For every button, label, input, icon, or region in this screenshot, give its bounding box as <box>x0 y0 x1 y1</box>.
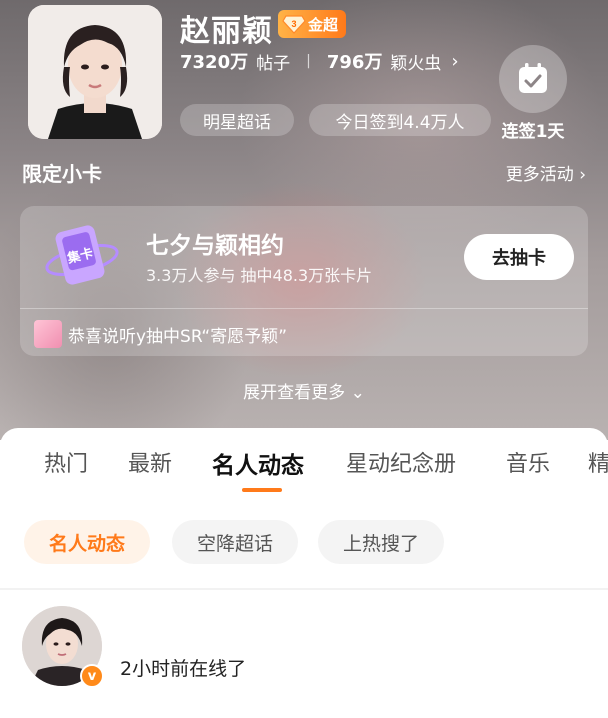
expand-label: 展开查看更多 <box>243 383 346 403</box>
chip-trending[interactable]: 上热搜了 <box>318 520 444 564</box>
card-draw-activity[interactable]: 集卡 七夕与颖相约 3.3万人参与 抽中48.3万张卡片 去抽卡 恭喜说听y抽中… <box>20 206 588 356</box>
active-tab-indicator <box>242 488 282 492</box>
draw-card-button[interactable]: 去抽卡 <box>464 234 574 280</box>
activity-title: 七夕与颖相约 <box>146 233 284 259</box>
more-activities-label: 更多活动 <box>505 165 574 185</box>
fans-label: 颖火虫 <box>390 53 442 74</box>
chevron-down-icon: ⌄ <box>350 383 365 403</box>
svg-text:3: 3 <box>291 19 296 29</box>
chevron-right-icon: › <box>451 50 459 72</box>
stats-divider: | <box>306 53 311 69</box>
checkin-circle <box>499 45 567 113</box>
tab-music[interactable]: 音乐 <box>506 446 550 478</box>
tab-star-album[interactable]: 星动纪念册 <box>346 446 456 478</box>
super-topic-level-badge[interactable]: 3 金超 <box>278 10 347 38</box>
calendar-check-icon <box>519 63 547 93</box>
stats-row[interactable]: 7320万 帖子 | 796万 颖火虫 › <box>180 48 459 74</box>
card-divider <box>20 308 588 309</box>
posts-label: 帖子 <box>256 53 291 74</box>
fans-count: 796万 <box>326 52 383 73</box>
star-name: 赵丽颖 <box>180 14 273 49</box>
limited-cards-title: 限定小卡 <box>22 162 102 186</box>
tab-celebrity-updates[interactable]: 名人动态 <box>212 446 304 480</box>
feed-tabs: 热门 最新 名人动态 星动纪念册 音乐 精 <box>0 446 608 486</box>
verified-badge-icon: v <box>80 664 104 688</box>
congrats-ticker: 恭喜说听y抽中SR“寄愿予颖” <box>34 320 287 348</box>
chip-celebrity-updates[interactable]: 名人动态 <box>24 520 150 564</box>
tab-hot[interactable]: 热门 <box>44 446 88 478</box>
chip-super-topic-airdrop[interactable]: 空降超话 <box>172 520 298 564</box>
today-checkin-pill[interactable]: 今日签到4.4万人 <box>309 104 491 136</box>
card-collection-art: 集卡 <box>45 225 119 285</box>
checkin-button[interactable]: 连签1天 <box>497 45 569 142</box>
badge-label: 金超 <box>308 15 339 34</box>
chevron-right-icon: › <box>579 165 586 185</box>
star-portrait-image <box>28 5 162 139</box>
super-topic-category-pill[interactable]: 明星超话 <box>180 104 294 136</box>
post-status-text: 2小时前在线了 <box>120 658 247 680</box>
checkin-streak-label: 连签1天 <box>501 122 565 142</box>
tab-featured[interactable]: 精 <box>588 446 608 478</box>
tab-latest[interactable]: 最新 <box>128 446 172 478</box>
posts-count: 7320万 <box>180 52 249 73</box>
more-activities-link[interactable]: 更多活动 › <box>506 160 586 185</box>
congrats-text: 恭喜说听y抽中SR“寄愿予颖” <box>68 326 288 347</box>
activity-subtitle: 3.3万人参与 抽中48.3万张卡片 <box>146 266 373 285</box>
diamond-level-icon: 3 <box>282 15 306 34</box>
star-avatar[interactable] <box>28 5 162 139</box>
user-avatar <box>34 320 62 348</box>
expand-more-button[interactable]: 展开查看更多 ⌄ <box>0 378 608 403</box>
section-divider <box>0 588 608 590</box>
